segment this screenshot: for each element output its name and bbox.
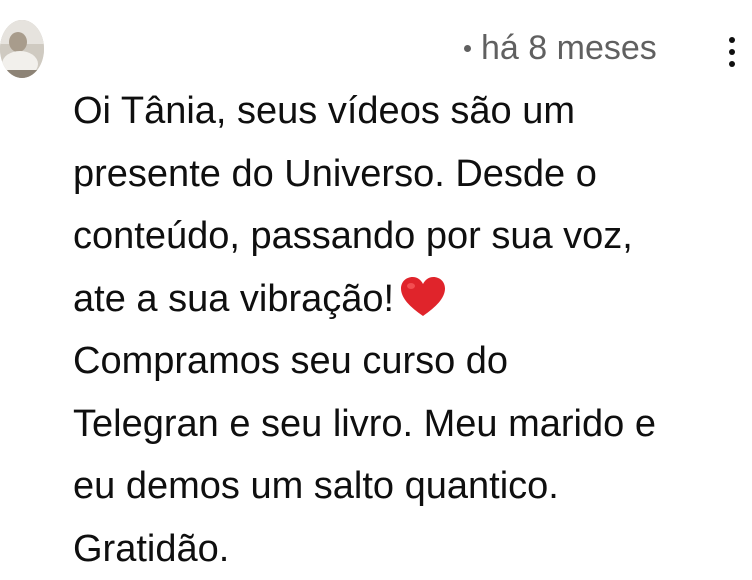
separator-dot — [464, 45, 471, 52]
comment-line: conteúdo, passando por sua voz, — [73, 205, 745, 268]
comment-line: eu demos um salto quantico. — [73, 455, 745, 518]
comment-line: Telegran e seu livro. Meu marido e — [73, 393, 745, 456]
comment-text: Oi Tânia, seus vídeos são um presente do… — [73, 80, 745, 580]
comment-line: presente do Universo. Desde o — [73, 143, 745, 206]
more-options-button[interactable] — [720, 32, 744, 72]
avatar[interactable] — [0, 20, 44, 78]
comment-line: Oi Tânia, seus vídeos são um — [73, 80, 745, 143]
comment-line: Compramos seu curso do — [73, 330, 745, 393]
avatar-photo — [0, 20, 44, 78]
comment-meta: há 8 meses — [464, 28, 657, 68]
red-heart-icon — [400, 276, 446, 318]
comment-line: Gratidão. — [73, 518, 745, 580]
comment-line-with-emoji: ate a sua vibração! — [73, 268, 745, 331]
comment-timestamp: há 8 meses — [481, 29, 657, 68]
more-vert-icon — [729, 37, 735, 43]
comment-line: ate a sua vibração! — [73, 278, 394, 320]
